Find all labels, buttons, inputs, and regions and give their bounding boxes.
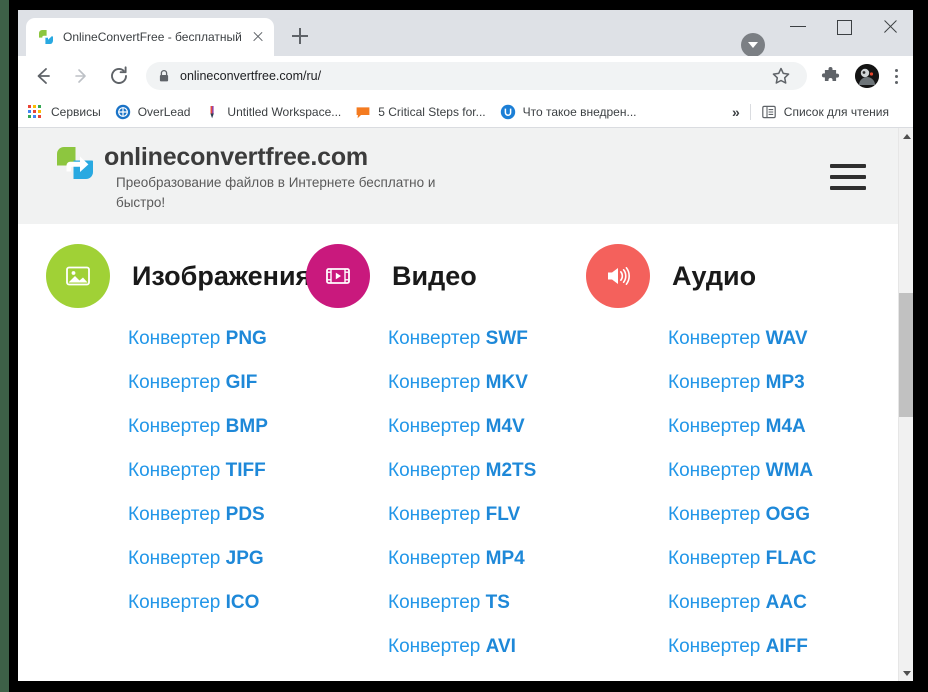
- apps-grid-icon: [28, 104, 44, 120]
- category-columns: Изображения Конвертер PNG Конвертер GIF …: [18, 224, 898, 681]
- web-page: onlineconvertfree.com Преобразование фай…: [18, 128, 898, 681]
- list-item[interactable]: Конвертер AVI: [388, 634, 578, 660]
- minimize-button[interactable]: [775, 10, 821, 42]
- back-arrow-icon[interactable]: [28, 61, 58, 91]
- overlead-icon: [115, 104, 131, 120]
- speech-bubble-icon: [355, 104, 371, 120]
- list-item[interactable]: Конвертер WAV: [668, 326, 878, 352]
- bookmark-item-overlead[interactable]: OverLead: [115, 104, 191, 120]
- bookmarks-overflow-button[interactable]: »: [722, 104, 750, 120]
- list-item[interactable]: Конвертер AAC: [668, 590, 878, 616]
- avatar[interactable]: [852, 61, 882, 91]
- list-item[interactable]: Конвертер M4V: [388, 414, 578, 440]
- close-icon[interactable]: [250, 29, 266, 45]
- video-film-icon: [306, 244, 370, 308]
- scrollbar-up-arrow[interactable]: [899, 128, 913, 143]
- page-title: onlineconvertfree.com: [104, 143, 368, 171]
- bookmark-item-chto-takoe[interactable]: Что такое внедрен...: [500, 104, 637, 120]
- list-item[interactable]: Конвертер OPUS: [668, 678, 878, 681]
- category-header-video: Видео: [306, 240, 578, 312]
- bookmark-item-workspace[interactable]: Untitled Workspace...: [204, 104, 341, 120]
- three-dots-icon[interactable]: [885, 61, 907, 91]
- bookmark-label: Untitled Workspace...: [227, 104, 342, 119]
- browser-window: OnlineConvertFree - бесплатный onlinecon…: [18, 10, 913, 681]
- lock-icon: [158, 69, 170, 83]
- list-item[interactable]: Конвертер MP4: [388, 546, 578, 572]
- bookmark-item-services[interactable]: Сервисы: [28, 104, 101, 120]
- circle-u-icon: [500, 104, 516, 120]
- category-header-images: Изображения: [46, 240, 311, 312]
- hamburger-icon[interactable]: [830, 164, 866, 190]
- divider: [749, 103, 751, 120]
- category-title: Видео: [392, 261, 477, 291]
- bookmark-item-critical-steps[interactable]: 5 Critical Steps for...: [355, 104, 486, 120]
- window-close-button[interactable]: [867, 10, 913, 42]
- list-item[interactable]: Конвертер TS: [388, 590, 578, 616]
- bookmarks-bar: Сервисы OverLead Untitled Workspace... 5…: [18, 96, 913, 128]
- download-arrow-icon[interactable]: [741, 33, 765, 57]
- scrollbar-down-arrow[interactable]: [899, 666, 913, 681]
- reading-list-label: Список для чтения: [783, 104, 889, 119]
- list-item[interactable]: Конвертер JPG: [128, 546, 298, 572]
- bookmark-star-icon[interactable]: [767, 62, 795, 90]
- list-item[interactable]: Конвертер ICO: [128, 590, 298, 616]
- bookmark-label: Сервисы: [51, 104, 101, 119]
- bookmark-label: Что такое внедрен...: [522, 104, 637, 119]
- category-column-video: Видео Конвертер SWF Конвертер MKV Конвер…: [298, 240, 578, 681]
- tab-strip: OnlineConvertFree - бесплатный: [18, 10, 913, 57]
- workspace-icon: [204, 104, 220, 120]
- list-item[interactable]: Конвертер GIF: [128, 370, 298, 396]
- convert-arrows-icon: [38, 29, 54, 45]
- browser-toolbar: onlineconvertfree.com/ru/: [18, 56, 913, 96]
- category-header-audio: Аудио: [586, 240, 878, 312]
- page-viewport: onlineconvertfree.com Преобразование фай…: [18, 128, 913, 681]
- category-column-audio: Аудио Конвертер WAV Конвертер MP3 Конвер…: [578, 240, 878, 681]
- list-item[interactable]: Конвертер WMA: [668, 458, 878, 484]
- list-item[interactable]: Конвертер AIFF: [668, 634, 878, 660]
- list-item[interactable]: Конвертер FLV: [388, 502, 578, 528]
- forward-arrow-icon[interactable]: [66, 61, 96, 91]
- bookmark-label: OverLead: [137, 104, 191, 119]
- list-item[interactable]: Конвертер TIFF: [128, 458, 298, 484]
- list-item[interactable]: Конвертер FLAC: [668, 546, 878, 572]
- site-tagline: Преобразование файлов в Интернете беспла…: [116, 175, 436, 210]
- list-item[interactable]: Конвертер PDS: [128, 502, 298, 528]
- list-item[interactable]: Конвертер MKV: [388, 370, 578, 396]
- list-item[interactable]: Конвертер BMP: [128, 414, 298, 440]
- reading-list-icon: [761, 104, 777, 120]
- bookmark-label: 5 Critical Steps for...: [378, 104, 486, 119]
- links-list-audio: Конвертер WAV Конвертер MP3 Конвертер M4…: [586, 326, 878, 681]
- links-list-images: Конвертер PNG Конвертер GIF Конвертер BM…: [46, 326, 298, 616]
- list-item[interactable]: Конвертер 3GP: [388, 678, 578, 681]
- list-item[interactable]: Конвертер PNG: [128, 326, 298, 352]
- new-tab-button[interactable]: [286, 22, 314, 50]
- list-item[interactable]: Конвертер MP3: [668, 370, 878, 396]
- category-title: Изображения: [132, 261, 312, 291]
- scrollbar-thumb[interactable]: [899, 293, 913, 417]
- reload-icon[interactable]: [104, 61, 134, 91]
- category-title: Аудио: [672, 261, 757, 291]
- tab-title: OnlineConvertFree - бесплатный: [63, 30, 242, 44]
- links-list-video: Конвертер SWF Конвертер MKV Конвертер M4…: [306, 326, 578, 681]
- image-icon: [46, 244, 110, 308]
- desktop-edge: [0, 0, 9, 692]
- address-bar[interactable]: onlineconvertfree.com/ru/: [146, 62, 807, 90]
- list-item[interactable]: Конвертер M4A: [668, 414, 878, 440]
- window-frame: OnlineConvertFree - бесплатный onlinecon…: [0, 0, 928, 692]
- convert-arrows-logo: [56, 146, 94, 180]
- list-item[interactable]: Конвертер OGG: [668, 502, 878, 528]
- url-text: onlineconvertfree.com/ru/: [180, 69, 322, 83]
- maximize-button[interactable]: [821, 10, 867, 42]
- list-item[interactable]: Конвертер SWF: [388, 326, 578, 352]
- browser-tab[interactable]: OnlineConvertFree - бесплатный: [26, 18, 274, 56]
- site-header: onlineconvertfree.com Преобразование фай…: [18, 128, 898, 224]
- page-scrollbar[interactable]: [898, 128, 913, 681]
- list-item[interactable]: Конвертер M2TS: [388, 458, 578, 484]
- speaker-icon: [586, 244, 650, 308]
- category-column-images: Изображения Конвертер PNG Конвертер GIF …: [18, 240, 311, 681]
- puzzle-icon[interactable]: [816, 61, 846, 91]
- reading-list-button[interactable]: Список для чтения: [761, 104, 889, 120]
